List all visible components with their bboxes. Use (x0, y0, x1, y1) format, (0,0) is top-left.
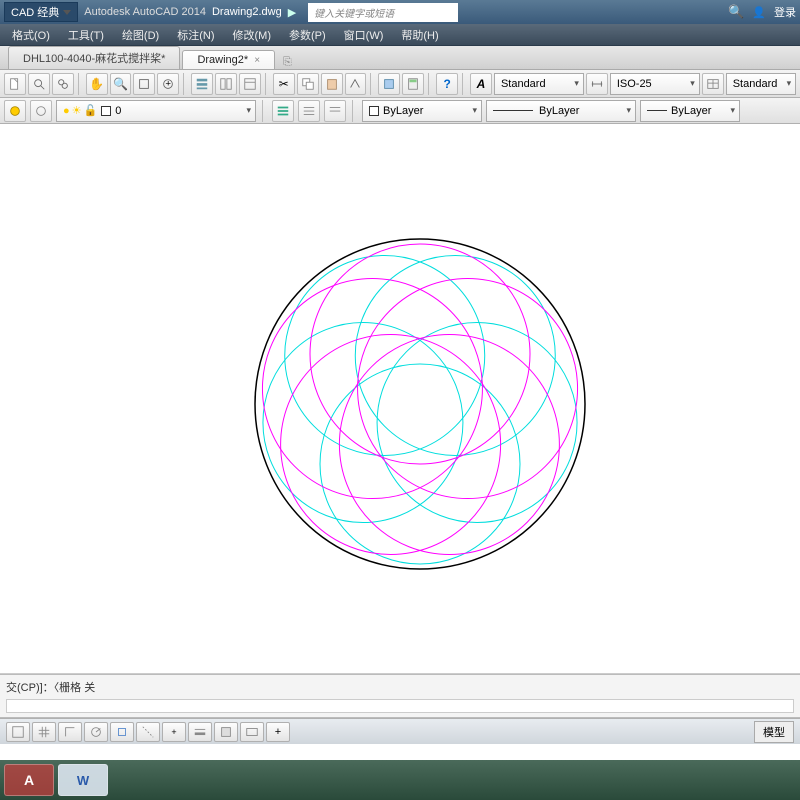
color-value: ByLayer (383, 105, 423, 117)
textstyle-value: Standard (501, 78, 546, 90)
menu-window[interactable]: 窗口(W) (336, 25, 392, 45)
linetype-preview (493, 110, 533, 111)
help-icon[interactable]: ? (436, 73, 458, 95)
layer-color-swatch (101, 106, 111, 116)
menu-format[interactable]: 格式(O) (4, 25, 58, 45)
new-tab-icon[interactable]: ⎘ (277, 56, 298, 69)
linetype-select[interactable]: ByLayer (486, 100, 636, 122)
zoom-window-icon[interactable]: 🔍 (110, 73, 132, 95)
zoom-realtime-icon[interactable]: + (157, 73, 179, 95)
paste-icon[interactable] (321, 73, 343, 95)
bulb-icon: ● (63, 105, 70, 117)
copy-icon[interactable] (297, 73, 319, 95)
command-text: 交(CP)]：〈栅格 关 (6, 679, 794, 695)
orbit-icon[interactable] (133, 73, 155, 95)
workspace-label: CAD 经典 (11, 4, 59, 20)
file-name: Drawing2.dwg (212, 6, 282, 18)
tablestyle-select[interactable]: Standard (726, 73, 796, 95)
dyn-icon[interactable]: + (162, 722, 186, 742)
toolbar-main: ✋ 🔍 + ✂ ? A Standard ISO-25 Standard (0, 70, 800, 98)
calc-icon[interactable] (402, 73, 424, 95)
tab-dhl100[interactable]: DHL100-4040-麻花式搅拌桨* (8, 46, 180, 69)
menu-tools[interactable]: 工具(T) (60, 25, 112, 45)
taskbar-word[interactable]: W (58, 764, 108, 796)
cut-icon[interactable]: ✂ (273, 73, 295, 95)
menu-draw[interactable]: 绘图(D) (114, 25, 167, 45)
pan-icon[interactable]: ✋ (86, 73, 108, 95)
color-select[interactable]: ByLayer (362, 100, 482, 122)
layer-select[interactable]: ● ☀ 🔓 0 (56, 100, 256, 122)
tab-drawing2[interactable]: Drawing2* × (182, 50, 275, 69)
toolbar-layers: ● ☀ 🔓 0 ByLayer ByLayer ByLayer (0, 98, 800, 124)
zoom-extents-icon[interactable] (52, 73, 74, 95)
menu-modify[interactable]: 修改(M) (225, 25, 280, 45)
block-icon[interactable] (378, 73, 400, 95)
model-tab[interactable]: 模型 (754, 721, 794, 743)
app-title: Autodesk AutoCAD 2014 (84, 6, 206, 18)
chevron-down-icon (63, 10, 71, 15)
command-input[interactable] (6, 699, 794, 713)
lineweight-select[interactable]: ByLayer (640, 100, 740, 122)
model-canvas[interactable] (0, 124, 800, 674)
autocad-icon: A (24, 772, 34, 788)
lock-icon: 🔓 (84, 104, 98, 117)
command-line[interactable]: 交(CP)]：〈栅格 关 (0, 674, 800, 718)
layer-iso-icon[interactable] (298, 100, 320, 122)
lwt-icon[interactable] (188, 722, 212, 742)
tool-palette-icon[interactable] (239, 73, 261, 95)
match-icon[interactable] (345, 73, 367, 95)
menu-param[interactable]: 参数(P) (281, 25, 334, 45)
title-bar: CAD 经典 Autodesk AutoCAD 2014 Drawing2.dw… (0, 0, 800, 24)
snap-icon[interactable] (6, 722, 30, 742)
otrack-icon[interactable] (136, 722, 160, 742)
color-swatch (369, 106, 379, 116)
sc-icon[interactable] (240, 722, 264, 742)
ortho-icon[interactable] (58, 722, 82, 742)
tab-label: DHL100-4040-麻花式搅拌桨* (23, 50, 165, 66)
polar-icon[interactable] (84, 722, 108, 742)
menu-bar: 格式(O) 工具(T) 绘图(D) 标注(N) 修改(M) 参数(P) 窗口(W… (0, 24, 800, 46)
lineweight-preview (647, 110, 667, 111)
textstyle-select[interactable]: Standard (494, 73, 584, 95)
login-label[interactable]: 登录 (774, 4, 796, 20)
properties-icon[interactable] (191, 73, 213, 95)
tablestyle-icon[interactable] (702, 73, 724, 95)
add-icon[interactable]: + (266, 722, 290, 742)
signin-icon[interactable]: 👤 (752, 6, 766, 19)
tablestyle-value: Standard (733, 78, 778, 90)
dimstyle-select[interactable]: ISO-25 (610, 73, 700, 95)
svg-text:+: + (166, 78, 172, 89)
zoom-icon[interactable] (28, 73, 50, 95)
linetype-value: ByLayer (539, 105, 579, 117)
textstyle-icon[interactable]: A (470, 73, 492, 95)
layer-props-icon[interactable] (272, 100, 294, 122)
menu-dim[interactable]: 标注(N) (169, 25, 222, 45)
document-tabs: DHL100-4040-麻花式搅拌桨* Drawing2* × ⎘ (0, 46, 800, 70)
layer-name: 0 (115, 105, 121, 117)
search-input[interactable]: 键入关键字或短语 (308, 3, 458, 22)
workspace-selector[interactable]: CAD 经典 (4, 2, 78, 22)
osnap-icon[interactable] (110, 722, 134, 742)
word-icon: W (77, 773, 89, 788)
sheet-set-icon[interactable] (215, 73, 237, 95)
taskbar-autocad[interactable]: A (4, 764, 54, 796)
status-bar: + + 模型 (0, 718, 800, 744)
new-icon[interactable] (4, 73, 26, 95)
sun-icon: ☀ (72, 104, 82, 117)
dimstyle-value: ISO-25 (617, 78, 652, 90)
layer-prev-icon[interactable] (324, 100, 346, 122)
dimstyle-icon[interactable] (586, 73, 608, 95)
tab-label: Drawing2* (197, 54, 248, 66)
search-play-icon[interactable]: ▶ (288, 6, 296, 19)
windows-taskbar: A W (0, 760, 800, 800)
infocenter-icon[interactable]: 🔍 (728, 4, 744, 20)
layer-state-icon[interactable] (4, 100, 26, 122)
qp-icon[interactable] (214, 722, 238, 742)
layer-freeze-icon[interactable] (30, 100, 52, 122)
menu-help[interactable]: 帮助(H) (393, 25, 446, 45)
drawing-content (0, 124, 800, 674)
grid-icon[interactable] (32, 722, 56, 742)
lineweight-value: ByLayer (671, 105, 711, 117)
close-icon[interactable]: × (254, 55, 260, 66)
